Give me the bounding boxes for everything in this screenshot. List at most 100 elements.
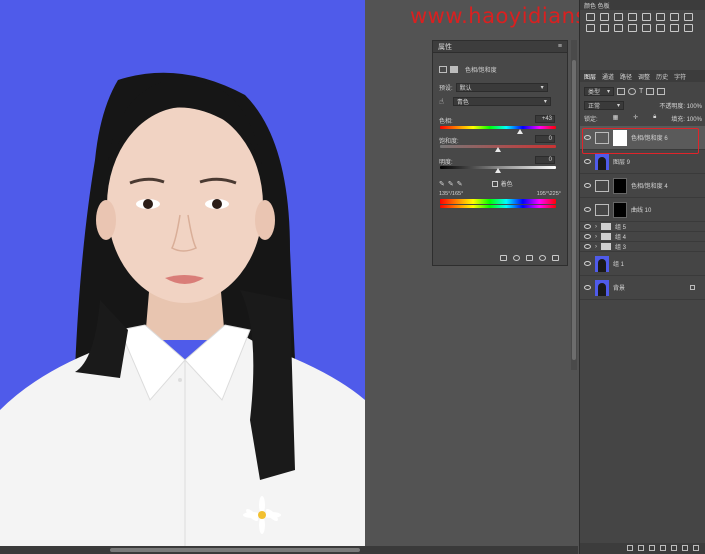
eye-icon[interactable] (584, 224, 591, 229)
layer-row[interactable]: › 组 3 (580, 242, 705, 252)
adjust-filter-icon[interactable] (628, 87, 636, 95)
chevron-right-icon[interactable]: › (595, 244, 597, 250)
layer-row[interactable]: 背景 (580, 276, 705, 300)
tab-layers[interactable]: 图层 (584, 72, 596, 81)
eye-icon[interactable] (584, 234, 591, 239)
new-adjustment-icon[interactable] (660, 545, 666, 551)
tab-channels[interactable]: 通道 (602, 72, 614, 81)
blend-mode-select[interactable]: 正常 ▾ (584, 101, 624, 110)
horizontal-scrollbar[interactable] (0, 546, 578, 554)
invert-icon[interactable] (628, 24, 637, 32)
eye-icon[interactable] (584, 285, 591, 290)
shape-filter-icon[interactable] (646, 87, 655, 95)
eyedropper-minus-icon[interactable]: ✎ (457, 180, 463, 188)
clip-to-layer-icon[interactable] (500, 255, 507, 261)
range-right: 195°\225° (536, 191, 561, 197)
fx-icon[interactable] (638, 545, 644, 551)
eye-icon[interactable] (584, 207, 591, 212)
fill-field[interactable]: 填充: 100% (671, 114, 702, 123)
tab-paths[interactable]: 路径 (620, 72, 632, 81)
saturation-slider-thumb[interactable] (495, 147, 501, 152)
document-canvas[interactable] (0, 0, 365, 554)
vertical-scrollbar[interactable] (571, 40, 577, 370)
chevron-right-icon[interactable]: › (595, 224, 597, 230)
threshold-icon[interactable] (656, 24, 665, 32)
layer-row[interactable]: › 组 4 (580, 232, 705, 242)
eye-icon[interactable] (584, 159, 591, 164)
new-group-icon[interactable] (671, 545, 677, 551)
hue-slider[interactable] (440, 126, 556, 129)
exposure-icon[interactable] (628, 13, 637, 21)
layer-mask-thumb[interactable] (613, 201, 627, 218)
layer-row[interactable]: 组 1 (580, 252, 705, 276)
eye-icon[interactable] (584, 244, 591, 249)
color-lookup-icon[interactable] (614, 24, 623, 32)
mask-icon[interactable] (450, 66, 458, 73)
black-white-icon[interactable] (684, 13, 693, 21)
folder-icon (601, 243, 611, 250)
levels-icon[interactable] (600, 13, 609, 21)
blend-mode-value: 正常 (588, 104, 601, 110)
chevron-right-icon[interactable]: › (595, 234, 597, 240)
lock-label: 锁定: (584, 117, 598, 123)
horizontal-scroll-thumb[interactable] (110, 548, 360, 552)
eye-icon[interactable] (584, 261, 591, 266)
hue-saturation-icon[interactable] (656, 13, 665, 21)
tab-history[interactable]: 历史 (656, 72, 668, 81)
view-previous-icon[interactable] (513, 255, 520, 261)
panel-menu-icon[interactable]: ≡ (558, 43, 562, 50)
adjustments-header[interactable]: 颜色 色板 (580, 0, 705, 10)
lightness-value-input[interactable]: 0 (535, 156, 555, 164)
layer-row[interactable]: › 组 5 (580, 222, 705, 232)
vertical-scroll-thumb[interactable] (572, 60, 576, 360)
channel-mixer-icon[interactable] (600, 24, 609, 32)
type-filter-icon[interactable]: T (639, 88, 643, 95)
new-layer-icon[interactable] (682, 545, 688, 551)
preset-select[interactable]: 默认 ▾ (455, 83, 548, 92)
photo-filter-icon[interactable] (586, 24, 595, 32)
smart-filter-icon[interactable] (657, 87, 666, 95)
pixel-filter-icon[interactable] (617, 87, 625, 95)
layer-row[interactable]: 色相/饱和度 4 (580, 174, 705, 198)
layer-filter-select[interactable]: 类型 ▾ (584, 86, 614, 96)
posterize-icon[interactable] (642, 24, 651, 32)
add-mask-icon[interactable] (649, 545, 655, 551)
hue-value-input[interactable]: +43 (535, 115, 555, 123)
hue-slider-thumb[interactable] (517, 129, 523, 134)
visibility-icon[interactable] (539, 255, 546, 261)
lightness-label: 明度: (439, 160, 453, 166)
lock-all-icon[interactable]: 🔒︎ (653, 114, 656, 123)
link-layers-icon[interactable] (627, 545, 633, 551)
lightness-slider-thumb[interactable] (495, 168, 501, 173)
lock-position-icon[interactable]: ✛ (633, 114, 638, 123)
saturation-value-input[interactable]: 0 (535, 135, 555, 143)
colorize-checkbox[interactable] (491, 180, 498, 187)
trash-icon[interactable] (552, 255, 559, 261)
tab-character[interactable]: 字符 (674, 72, 686, 81)
lock-pixels-icon[interactable]: ▦ (613, 114, 619, 123)
opacity-field[interactable]: 不透明度: 100% (659, 101, 702, 110)
eyedropper-row: ✎ ✎ ✎ 着色 (439, 179, 513, 188)
adjustments-grid (580, 10, 705, 35)
layer-name: 色相/饱和度 4 (631, 184, 668, 190)
color-range-bar[interactable] (440, 199, 556, 204)
delete-layer-icon[interactable] (693, 545, 699, 551)
curves-icon[interactable] (614, 13, 623, 21)
curves-thumb-icon (595, 203, 609, 216)
hand-target-icon[interactable]: ☝ (439, 97, 444, 106)
eyedropper-plus-icon[interactable]: ✎ (448, 180, 454, 188)
properties-title-bar[interactable]: 属性 ≡ (433, 41, 567, 53)
selective-color-icon[interactable] (684, 24, 693, 32)
gradient-map-icon[interactable] (670, 24, 679, 32)
brightness-icon[interactable] (586, 13, 595, 21)
layer-mask-thumb[interactable] (613, 177, 627, 194)
range-left: 135°/165° (439, 191, 464, 197)
channel-select[interactable]: 青色 ▾ (452, 97, 551, 106)
reset-icon[interactable] (526, 255, 533, 261)
vibrance-icon[interactable] (642, 13, 651, 21)
eyedropper-icon[interactable]: ✎ (439, 180, 445, 188)
eye-icon[interactable] (584, 183, 591, 188)
layer-row[interactable]: 曲线 10 (580, 198, 705, 222)
color-balance-icon[interactable] (670, 13, 679, 21)
tab-adjustments[interactable]: 调整 (638, 72, 650, 81)
